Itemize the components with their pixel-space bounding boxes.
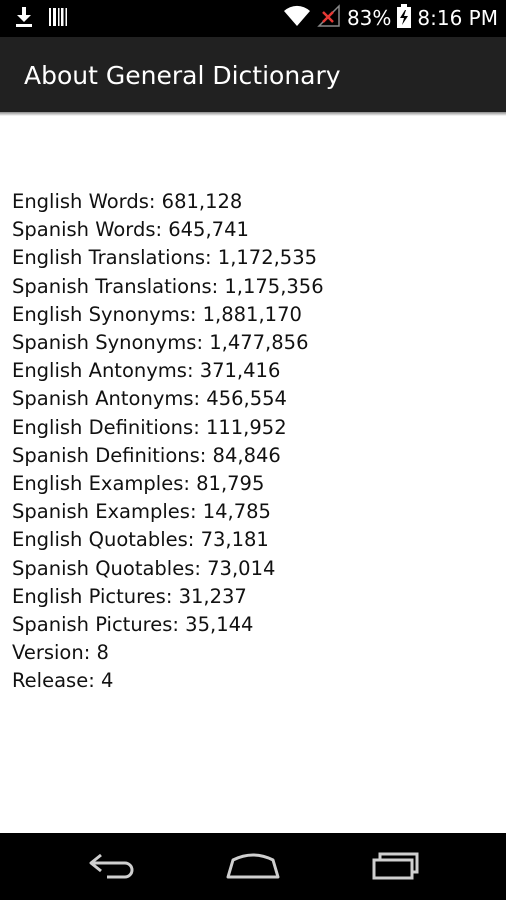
- page-title: About General Dictionary: [24, 61, 341, 90]
- stat-release: Release: 4: [12, 669, 114, 693]
- stat-spanish-examples: Spanish Examples: 14,785: [12, 500, 271, 524]
- home-icon: [225, 850, 281, 884]
- recents-icon: [368, 850, 420, 884]
- stat-spanish-synonyms: Spanish Synonyms: 1,477,856: [12, 331, 309, 355]
- stat-english-synonyms: English Synonyms: 1,881,170: [12, 302, 302, 326]
- stat-version: Version: 8: [12, 641, 109, 665]
- status-bar: 83% 8:16 PM: [0, 0, 506, 37]
- battery-charging-icon: [397, 3, 412, 33]
- stat-english-pictures: English Pictures: 31,237: [12, 584, 247, 608]
- stat-english-quotables: English Quotables: 73,181: [12, 528, 269, 552]
- recents-button[interactable]: [364, 847, 424, 887]
- download-icon: [14, 6, 34, 32]
- back-button[interactable]: [82, 847, 142, 887]
- stat-english-antonyms: English Antonyms: 371,416: [12, 359, 281, 383]
- stat-english-translations: English Translations: 1,172,535: [12, 246, 318, 270]
- wifi-icon: [283, 5, 311, 32]
- stat-english-words: English Words: 681,128: [12, 190, 243, 213]
- stat-spanish-antonyms: Spanish Antonyms: 456,554: [12, 387, 287, 411]
- stat-spanish-definitions: Spanish Definitions: 84,846: [12, 443, 281, 467]
- battery-percent: 83%: [346, 6, 392, 30]
- home-button[interactable]: [223, 847, 283, 887]
- stat-spanish-translations: Spanish Translations: 1,175,356: [12, 274, 324, 298]
- navigation-bar: [0, 833, 506, 900]
- back-icon: [87, 850, 137, 884]
- stat-spanish-quotables: Spanish Quotables: 73,014: [12, 556, 276, 580]
- barcode-icon: [48, 6, 68, 32]
- stats-list: English Words: 681,128 Spanish Words: 64…: [12, 188, 492, 696]
- clock: 8:16 PM: [417, 6, 498, 30]
- about-screen: 83% 8:16 PM About General Dictionary Eng…: [0, 0, 506, 900]
- stat-spanish-words: Spanish Words: 645,741: [12, 218, 249, 242]
- stat-spanish-pictures: Spanish Pictures: 35,144: [12, 613, 254, 637]
- stat-english-definitions: English Definitions: 111,952: [12, 415, 287, 439]
- action-bar-shadow: [0, 112, 506, 116]
- action-bar: About General Dictionary: [0, 37, 506, 112]
- stat-english-examples: English Examples: 81,795: [12, 472, 265, 496]
- system-status: 83% 8:16 PM: [283, 3, 498, 33]
- signal-off-icon: [317, 3, 341, 33]
- notification-icons: [14, 6, 68, 32]
